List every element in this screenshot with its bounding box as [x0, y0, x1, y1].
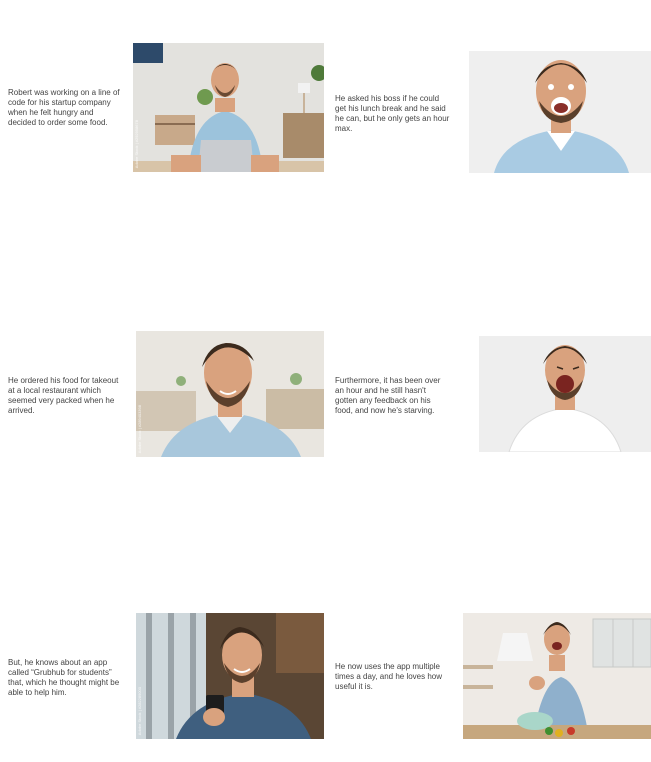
- caption-3: He ordered his food for takeout at a loc…: [8, 376, 119, 415]
- watermark: Adobe Stock | #292958678: [134, 119, 139, 168]
- photo-man-with-phone: Adobe Stock | #282289000: [136, 613, 324, 739]
- caption-1: Robert was working on a line of code for…: [8, 88, 120, 127]
- photo-screaming-man: [479, 336, 651, 452]
- photo-smiling-man: Adobe Stock | #289403398: [136, 331, 324, 457]
- watermark: Adobe Stock | #282289000: [137, 686, 142, 735]
- watermark: Adobe Stock | #289403398: [137, 404, 142, 453]
- photo-excited-man: [469, 51, 651, 173]
- photo-man-at-laptop: Adobe Stock | #292958678: [133, 43, 324, 172]
- caption-2: He asked his boss if he could get his lu…: [335, 94, 450, 133]
- photo-man-cheering-in-kitchen: [463, 613, 651, 739]
- caption-5: But, he knows about an app called “Grubh…: [8, 658, 120, 697]
- caption-4: Furthermore, it has been over an hour an…: [335, 376, 441, 415]
- caption-6: He now uses the app multiple times a day…: [335, 662, 443, 691]
